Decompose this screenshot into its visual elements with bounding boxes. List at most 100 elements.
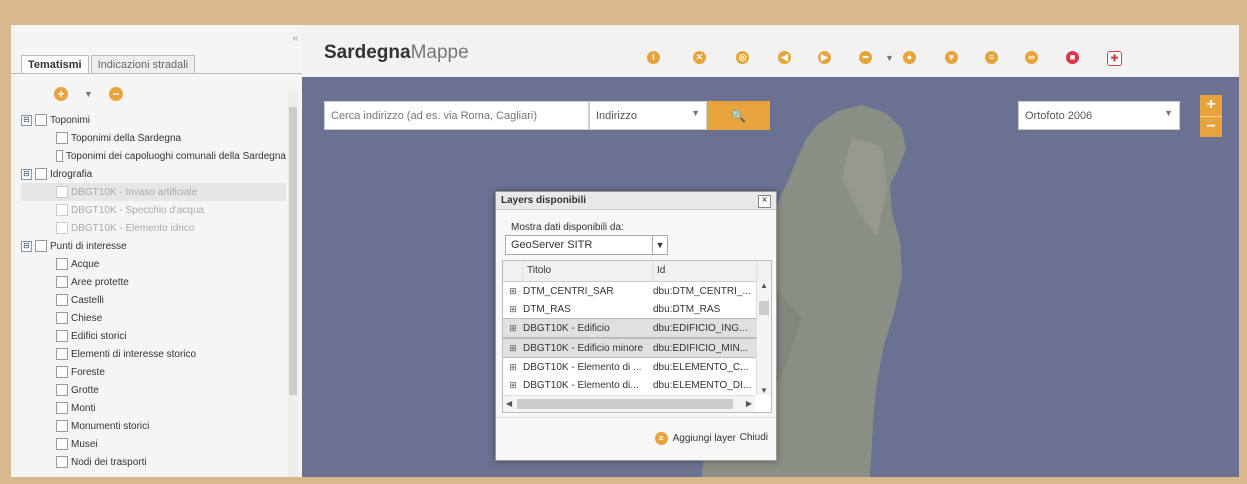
tree-node[interactable]: Foreste [21, 363, 286, 381]
scrollbar-thumb[interactable] [759, 301, 769, 315]
source-select[interactable]: GeoServer SITR ▼ [505, 235, 668, 255]
tree-toolbar: + ▼ − [54, 87, 123, 101]
tree-node[interactable]: Monti [21, 399, 286, 417]
column-title[interactable]: Titolo [523, 261, 653, 281]
expand-row-icon[interactable]: ⊞ [503, 343, 523, 354]
tree-node[interactable]: ⊟ Toponimi [21, 111, 286, 129]
tab-tematismi[interactable]: Tematismi [21, 55, 89, 74]
search-button[interactable]: 🔍 [707, 101, 770, 130]
layer-checkbox[interactable] [56, 348, 68, 360]
layer-checkbox[interactable] [35, 114, 47, 126]
tree-node[interactable]: Musei [21, 435, 286, 453]
layer-checkbox[interactable] [56, 132, 68, 144]
tree-node[interactable]: Chiese [21, 309, 286, 327]
expand-row-icon[interactable]: ⊞ [503, 286, 523, 297]
layer-checkbox[interactable] [56, 402, 68, 414]
grid-vertical-scrollbar[interactable]: ▲ ▼ [756, 281, 771, 395]
chevron-down-icon[interactable]: ▼ [885, 53, 894, 63]
layer-checkbox[interactable] [56, 366, 68, 378]
layer-checkbox[interactable] [56, 330, 68, 342]
tree-scrollbar[interactable] [288, 91, 298, 477]
measure-icon[interactable]: ━ [859, 51, 872, 64]
link-icon[interactable]: ∞ [1025, 51, 1038, 64]
layer-checkbox[interactable] [35, 168, 47, 180]
tree-node[interactable]: Grotte [21, 381, 286, 399]
app-frame: « Tematismi Indicazioni stradali + ▼ − ⊟… [11, 25, 1239, 477]
table-row[interactable]: ⊞ DBGT10K - Edificio minore dbu:EDIFICIO_M… [503, 338, 771, 358]
search-type-select[interactable]: Indirizzo ▼ [589, 101, 707, 130]
expand-row-icon[interactable]: ⊞ [503, 380, 523, 391]
info-icon[interactable]: i [647, 51, 660, 64]
collapse-node-icon[interactable]: ⊟ [21, 168, 32, 180]
layer-checkbox[interactable] [35, 240, 47, 252]
layer-checkbox[interactable] [56, 186, 68, 198]
globe-icon[interactable]: ◎ [736, 51, 749, 64]
add-layer-icon[interactable]: + [54, 87, 68, 101]
table-row[interactable]: ⊞ DBGT10K - Elemento di ... dbu:ELEMENTO_C… [503, 358, 771, 376]
table-row[interactable]: ⊞ DBGT10K - Edificio dbu:EDIFICIO_ING... [503, 318, 771, 338]
column-id[interactable]: Id [653, 261, 757, 281]
pin-icon[interactable]: ● [903, 51, 916, 64]
layer-checkbox[interactable] [56, 150, 63, 162]
collapse-node-icon[interactable]: ⊟ [21, 240, 32, 252]
chevron-down-icon[interactable]: ▼ [84, 89, 93, 99]
layer-checkbox[interactable] [56, 312, 68, 324]
chevron-down-icon: ▼ [691, 108, 700, 118]
collapse-panel-button[interactable]: « [292, 33, 298, 44]
arrow-left-icon[interactable]: ◀ [778, 51, 791, 64]
add-layer-button[interactable]: ≡ Aggiungi layer [654, 432, 736, 445]
row-title: DTM_CENTRI_SAR [523, 285, 614, 297]
layer-checkbox[interactable] [56, 438, 68, 450]
zoom-out-button[interactable]: − [1200, 117, 1222, 138]
tree-node[interactable]: Monumenti storici [21, 417, 286, 435]
tree-node[interactable]: DBGT10K - Elemento idrico [21, 219, 286, 237]
zoom-in-button[interactable]: + [1200, 95, 1222, 117]
scrollbar-thumb[interactable] [517, 399, 733, 409]
expand-row-icon[interactable]: ⊞ [503, 323, 523, 334]
tree-node[interactable]: DBGT10K - Invaso artificiale [21, 183, 286, 201]
layer-checkbox[interactable] [56, 204, 68, 216]
close-dialog-button[interactable]: Chiudi [740, 432, 768, 443]
tree-node[interactable]: ⊟ Idrografia [21, 165, 286, 183]
tree-node[interactable]: Elementi di interesse storico [21, 345, 286, 363]
expand-row-icon[interactable]: ⊞ [503, 304, 523, 315]
sardinia-shield-icon[interactable]: ✚ [1107, 51, 1122, 66]
address-search-input[interactable] [324, 101, 589, 130]
expand-row-icon[interactable]: ⊞ [503, 362, 523, 373]
scrollbar-thumb[interactable] [289, 107, 297, 395]
layer-checkbox[interactable] [56, 276, 68, 288]
tree-node[interactable]: ⊟ Punti di interesse [21, 237, 286, 255]
layer-checkbox[interactable] [56, 420, 68, 432]
tree-node[interactable]: DBGT10K - Specchio d'acqua [21, 201, 286, 219]
layer-checkbox[interactable] [56, 258, 68, 270]
table-row[interactable]: ⊞ DTM_CENTRI_SAR dbu:DTM_CENTRI_... [503, 282, 771, 300]
collapse-node-icon[interactable]: ⊟ [21, 114, 32, 126]
grid-horizontal-scrollbar[interactable]: ◀ ▶ [503, 395, 755, 412]
layer-checkbox[interactable] [56, 456, 68, 468]
table-row[interactable]: ⊞ DTM_RAS dbu:DTM_RAS [503, 300, 771, 318]
lock-icon[interactable]: ■ [1066, 51, 1079, 64]
layers-icon[interactable]: ≡ [985, 51, 998, 64]
layer-checkbox[interactable] [56, 222, 68, 234]
print-icon[interactable]: ▾ [945, 51, 958, 64]
tree-node[interactable]: Toponimi dei capoluoghi comunali della S… [21, 147, 286, 165]
arrow-right-icon[interactable]: ▶ [818, 51, 831, 64]
basemap-select[interactable]: Ortofoto 2006 ▼ [1018, 101, 1180, 130]
tree-node-label: Elementi di interesse storico [71, 348, 197, 360]
tree-node[interactable]: Castelli [21, 291, 286, 309]
table-row[interactable]: ⊞ DBGT10K - Elemento di... dbu:ELEMENTO_DI… [503, 376, 771, 394]
tree-node[interactable]: Edifici storici [21, 327, 286, 345]
tree-node[interactable]: Toponimi della Sardegna [21, 129, 286, 147]
tree-node[interactable]: Acque [21, 255, 286, 273]
app-title: SardegnaMappe [324, 42, 469, 63]
close-icon[interactable]: × [758, 195, 771, 208]
tree-node[interactable]: Nodi dei trasporti [21, 453, 286, 471]
layer-checkbox[interactable] [56, 384, 68, 396]
tree-node[interactable]: Aree protette [21, 273, 286, 291]
layer-checkbox[interactable] [56, 294, 68, 306]
panel-tabs: Tematismi Indicazioni stradali [21, 55, 197, 74]
remove-layer-icon[interactable]: − [108, 87, 123, 101]
row-id: dbu:EDIFICIO_MIN... [653, 342, 749, 354]
tab-indicazioni-stradali[interactable]: Indicazioni stradali [90, 55, 196, 74]
zoom-extent-icon[interactable]: ✕ [693, 51, 706, 64]
